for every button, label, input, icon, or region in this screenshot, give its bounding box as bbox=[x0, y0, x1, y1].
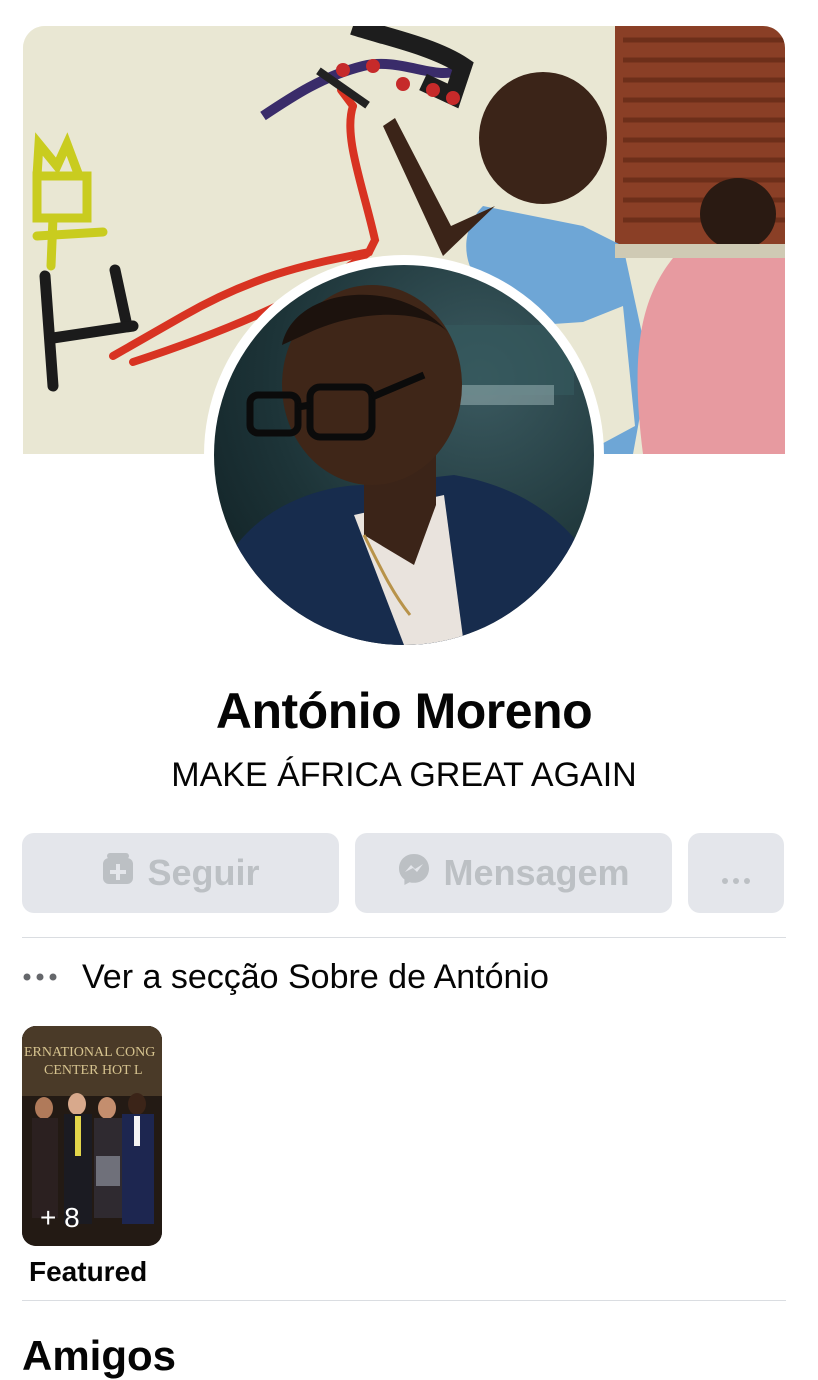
featured-collection[interactable]: ERNATIONAL CONG CENTER HOT L + 8 bbox=[22, 1026, 162, 1246]
divider bbox=[22, 1300, 786, 1301]
profile-name: António Moreno bbox=[215, 683, 593, 739]
avatar-portrait bbox=[214, 285, 594, 645]
profile-avatar[interactable] bbox=[214, 265, 594, 645]
messenger-icon bbox=[397, 852, 431, 895]
friends-section-title: Amigos bbox=[22, 1332, 177, 1379]
more-options-button[interactable] bbox=[688, 833, 784, 913]
divider bbox=[22, 937, 786, 938]
featured-label: Featured bbox=[29, 1256, 148, 1287]
about-label: Ver a secção Sobre de António bbox=[82, 957, 549, 996]
follow-button[interactable]: Seguir bbox=[22, 833, 339, 913]
message-label: Mensagem bbox=[443, 852, 630, 893]
more-dots-icon bbox=[721, 852, 751, 894]
follow-plus-icon bbox=[101, 852, 135, 895]
follow-label: Seguir bbox=[147, 852, 260, 893]
about-dots-icon bbox=[22, 973, 82, 981]
about-link[interactable]: Ver a secção Sobre de António bbox=[22, 948, 782, 1006]
featured-count: + 8 bbox=[40, 1202, 80, 1233]
profile-bio: MAKE ÁFRICA GREAT AGAIN bbox=[171, 756, 637, 794]
message-button[interactable]: Mensagem bbox=[355, 833, 672, 913]
photo-sign-line2: CENTER HOT L bbox=[44, 1063, 143, 1078]
photo-sign-line1: ERNATIONAL CONG bbox=[24, 1045, 155, 1060]
